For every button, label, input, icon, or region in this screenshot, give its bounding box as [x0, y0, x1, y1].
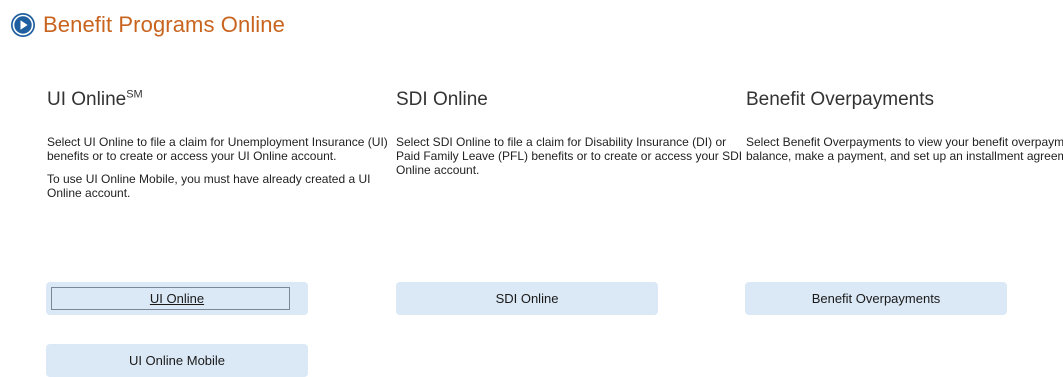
- page-header: Benefit Programs Online: [10, 10, 285, 40]
- benefit-overpayments-description: Select Benefit Overpayments to view your…: [746, 135, 1063, 163]
- ui-online-button[interactable]: UI Online: [46, 282, 308, 315]
- benefit-overpayments-section: Benefit Overpayments Select Benefit Over…: [746, 86, 1063, 163]
- ui-online-button-label: UI Online: [149, 291, 205, 306]
- ui-online-mobile-button[interactable]: UI Online Mobile: [46, 344, 308, 377]
- ui-online-mobile-note: To use UI Online Mobile, you must have a…: [47, 172, 371, 200]
- ui-online-heading-text: UI Online: [47, 89, 127, 110]
- benefit-overpayments-button-label: Benefit Overpayments: [811, 291, 941, 306]
- service-mark: SM: [126, 88, 143, 101]
- sdi-online-button[interactable]: SDI Online: [396, 282, 658, 315]
- page-title: Benefit Programs Online: [43, 12, 285, 37]
- benefit-overpayments-button[interactable]: Benefit Overpayments: [745, 282, 1007, 315]
- ui-online-heading: UI OnlineSM: [14, 86, 208, 114]
- sdi-online-section: SDI Online Select SDI Online to file a c…: [396, 86, 746, 177]
- benefit-overpayments-heading: Benefit Overpayments: [746, 89, 934, 110]
- ui-online-mobile-button-label: UI Online Mobile: [128, 353, 226, 368]
- sdi-online-description: Select SDI Online to file a claim for Di…: [396, 135, 743, 177]
- sdi-online-button-label: SDI Online: [495, 291, 559, 306]
- ui-online-section: UI OnlineSM Select UI Online to file a c…: [14, 86, 397, 200]
- play-circle-icon: [10, 12, 36, 38]
- ui-online-description: Select UI Online to file a claim for Une…: [47, 135, 388, 163]
- sdi-online-heading: SDI Online: [396, 89, 488, 110]
